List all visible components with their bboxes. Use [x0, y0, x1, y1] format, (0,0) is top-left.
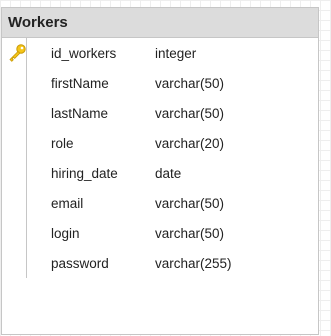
column-name: lastName: [51, 105, 109, 121]
key-cell: [2, 158, 27, 188]
column-name: role: [51, 135, 74, 151]
column-name: id_workers: [51, 45, 117, 61]
key-cell: [2, 98, 27, 128]
key-cell: [2, 38, 27, 68]
column-name: password: [51, 255, 109, 271]
column-type: varchar(255): [155, 255, 232, 271]
column-type: varchar(50): [155, 75, 225, 91]
column-type: varchar(50): [155, 105, 225, 121]
key-cell: [2, 218, 27, 248]
table-columns-list: id_workers integer firstName varchar(50)…: [2, 38, 318, 278]
column-row-hiring-date[interactable]: hiring_date date: [2, 158, 318, 188]
column-row-id-workers[interactable]: id_workers integer: [2, 38, 318, 68]
column-row-login[interactable]: login varchar(50): [2, 218, 318, 248]
column-name: login: [51, 225, 80, 241]
column-row-role[interactable]: role varchar(20): [2, 128, 318, 158]
column-row-lastname[interactable]: lastName varchar(50): [2, 98, 318, 128]
column-name: firstName: [51, 75, 109, 91]
key-icon: [7, 44, 27, 62]
workers-table-entity[interactable]: Workers id_workers integer firstName var…: [1, 7, 319, 335]
column-type: varchar(20): [155, 135, 225, 151]
key-cell: [2, 248, 27, 278]
column-row-password[interactable]: password varchar(255): [2, 248, 318, 278]
column-type: integer: [155, 45, 197, 61]
column-type: varchar(50): [155, 195, 225, 211]
column-type: varchar(50): [155, 225, 225, 241]
column-row-firstname[interactable]: firstName varchar(50): [2, 68, 318, 98]
key-cell: [2, 188, 27, 218]
column-type: date: [155, 165, 182, 181]
table-title[interactable]: Workers: [2, 8, 318, 38]
column-name: hiring_date: [51, 165, 118, 181]
column-name: email: [51, 195, 84, 211]
key-cell: [2, 128, 27, 158]
key-cell: [2, 68, 27, 98]
column-row-email[interactable]: email varchar(50): [2, 188, 318, 218]
